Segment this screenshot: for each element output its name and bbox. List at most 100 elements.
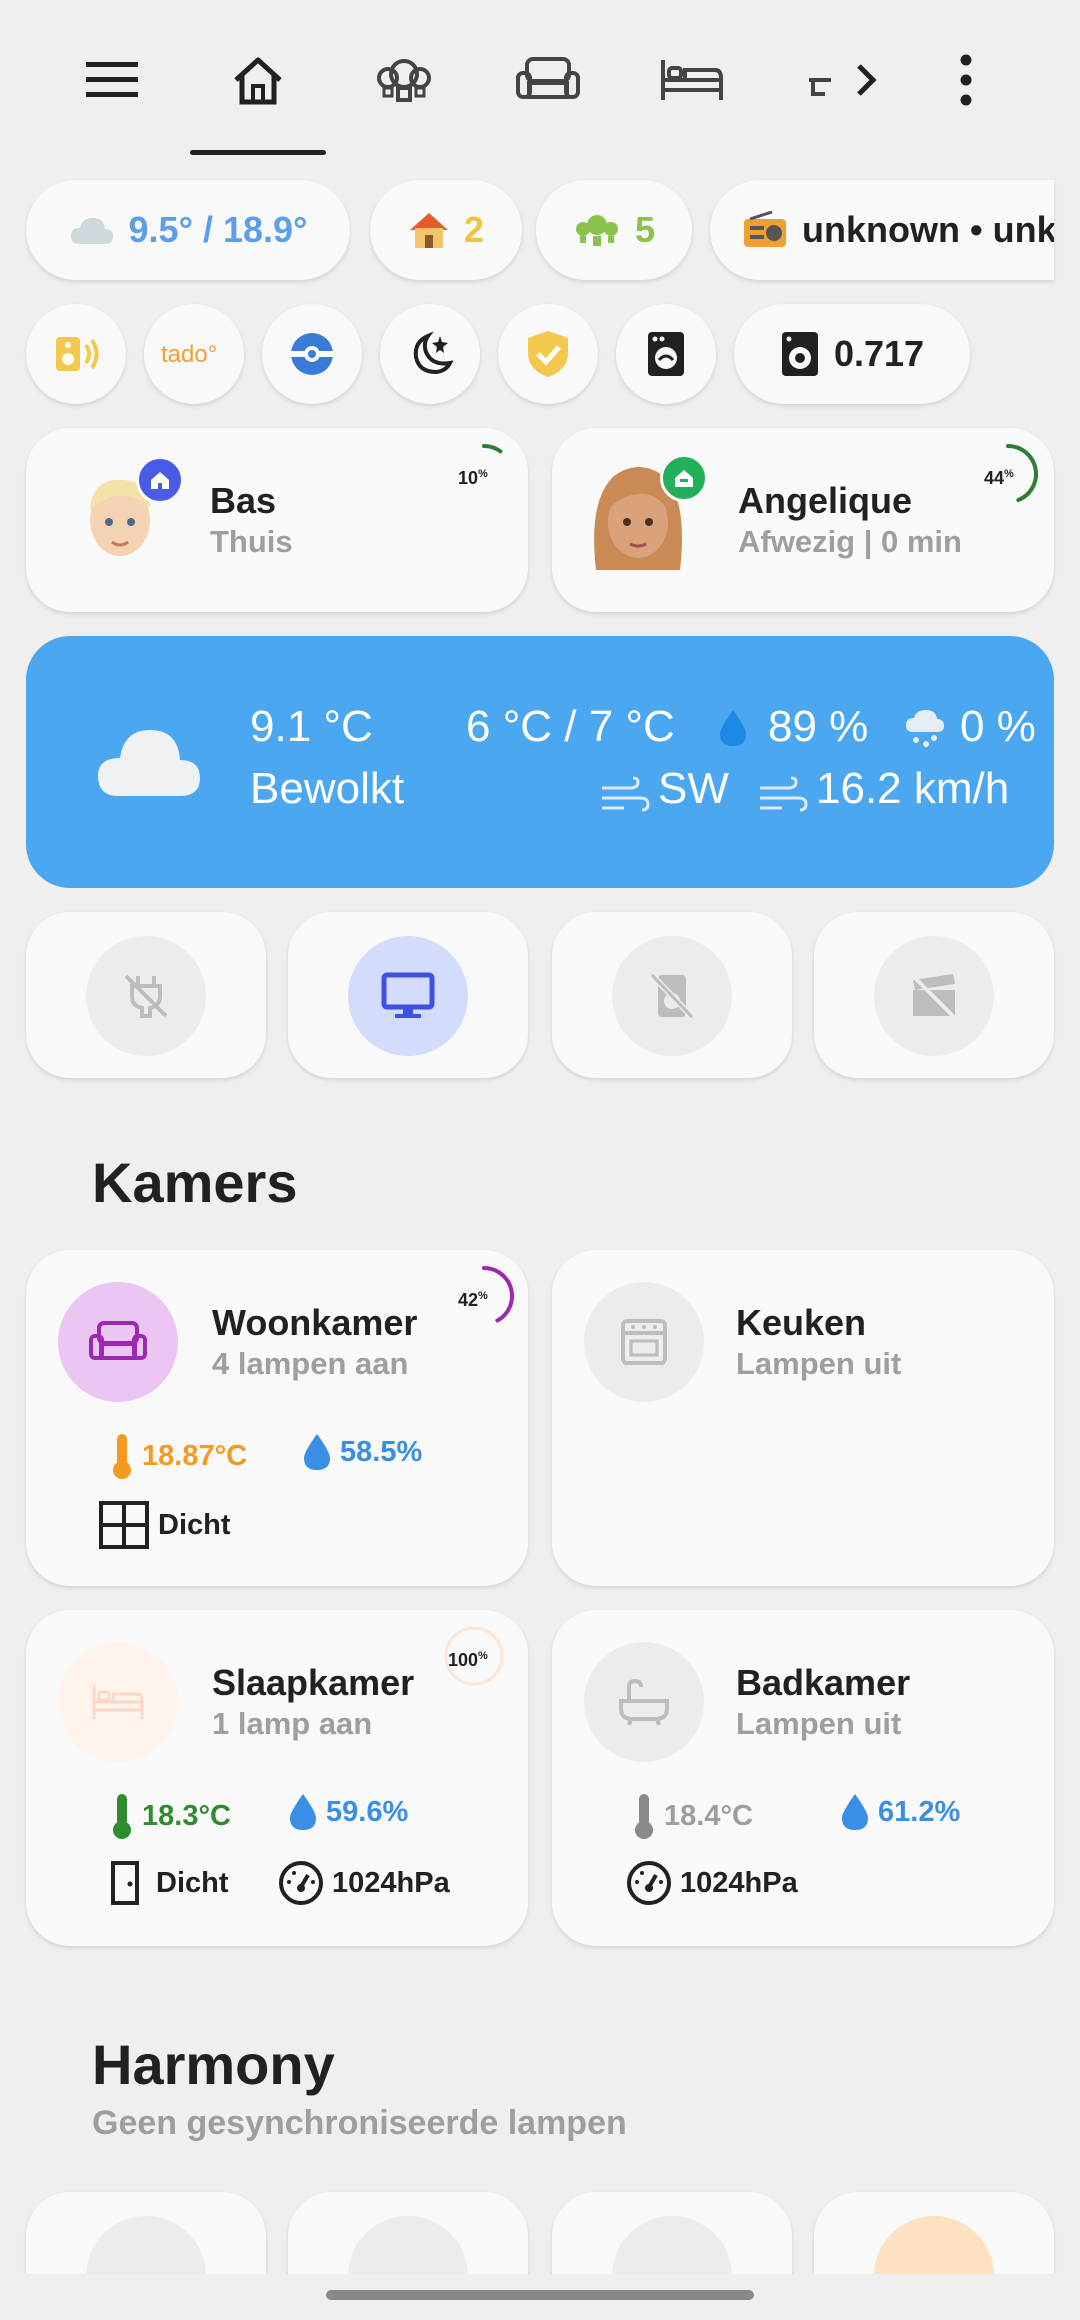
weather-temperature: 9.1 °C xyxy=(250,702,373,751)
room-status: 4 lampen aan xyxy=(212,1346,409,1381)
thermometer-icon xyxy=(632,1792,656,1840)
pressure: 1024hPa xyxy=(278,1860,450,1906)
lights-count: 5 xyxy=(634,209,656,250)
wind-direction: SW xyxy=(658,764,729,813)
thermometer-icon xyxy=(110,1432,134,1480)
room-card-slaapkamer[interactable]: Slaapkamer 1 lamp aan 100% 18.3°C 59.6% … xyxy=(26,1610,528,1946)
water-drop-icon xyxy=(288,1792,318,1832)
room-name: Badkamer xyxy=(736,1662,911,1703)
light-percentage: 42% xyxy=(458,1290,488,1310)
room-card-keuken[interactable]: Keuken Lampen uit xyxy=(552,1250,1054,1586)
battery-percentage: 44% xyxy=(984,468,1014,488)
stove-icon xyxy=(584,1282,704,1402)
pokeball-icon xyxy=(291,333,333,375)
rain-cloud-icon xyxy=(904,708,946,755)
monitor-icon xyxy=(381,972,435,1018)
speaker-icon xyxy=(56,337,99,371)
humidity-drop-icon xyxy=(718,708,748,753)
room-humidity: 58.5% xyxy=(302,1432,422,1472)
power-plug-off-icon xyxy=(124,974,168,1018)
window-closed-icon xyxy=(98,1500,150,1550)
battery-percentage: 10% xyxy=(458,468,488,488)
house-icon xyxy=(408,210,450,250)
dryer-icon xyxy=(780,330,820,378)
pressure: 1024hPa xyxy=(626,1860,798,1906)
person-card-bas[interactable]: Bas Thuis 10% xyxy=(26,428,528,612)
top-navigation xyxy=(0,0,1080,160)
room-temperature: 18.4°C xyxy=(632,1792,753,1840)
room-status: Lampen uit xyxy=(736,1346,902,1381)
home-icon[interactable] xyxy=(218,40,298,120)
water-drop-icon xyxy=(302,1432,332,1472)
radio-chip-text: unknown • unk xyxy=(802,209,1054,250)
svg-text:tado°: tado° xyxy=(161,341,217,368)
radio-chip[interactable]: unknown • unk xyxy=(710,180,1054,280)
bed-icon[interactable] xyxy=(652,40,732,120)
shield-check-icon xyxy=(528,331,568,377)
light-percentage: 100% xyxy=(448,1650,488,1670)
room-card-badkamer[interactable]: Badkamer Lampen uit 18.4°C 61.2% 1024hPa xyxy=(552,1610,1054,1946)
dashboard-page: 9.5° / 18.9° 2 5 unknown • unk tado° 0.7… xyxy=(0,0,1080,2320)
lights-chip[interactable]: 5 xyxy=(536,180,692,280)
away-badge-icon xyxy=(660,454,708,502)
room-card-woonkamer[interactable]: Woonkamer 4 lampen aan 42% 18.87°C 58.5%… xyxy=(26,1250,528,1586)
active-tab-indicator xyxy=(190,150,326,155)
gesture-handle[interactable] xyxy=(326,2290,754,2300)
cloudy-icon xyxy=(96,726,202,803)
moon-star-icon xyxy=(413,331,454,375)
gauge-icon xyxy=(626,1860,672,1906)
weather-condition: Bewolkt xyxy=(250,764,405,813)
sofa-icon[interactable] xyxy=(508,40,588,120)
room-temperature: 18.3°C xyxy=(110,1792,231,1840)
security-chip[interactable] xyxy=(498,304,598,404)
energy-value: 0.717 xyxy=(833,333,925,374)
wind-icon xyxy=(758,776,808,821)
room-humidity: 59.6% xyxy=(288,1792,408,1832)
partial-icon[interactable] xyxy=(800,40,840,120)
power-off-tile[interactable] xyxy=(26,912,266,1078)
room-temperature: 18.87°C xyxy=(110,1432,247,1480)
washing-machine-chip[interactable] xyxy=(616,304,716,404)
room-name: Keuken xyxy=(736,1302,867,1343)
menu-icon[interactable] xyxy=(72,40,152,120)
weather-min-max: 6 °C / 7 °C xyxy=(466,702,675,751)
washing-machine-icon xyxy=(648,332,684,376)
speaker-chip[interactable] xyxy=(26,304,126,404)
section-title-kamers: Kamers xyxy=(92,1151,298,1214)
chevron-right-icon[interactable] xyxy=(846,40,886,120)
room-name: Woonkamer xyxy=(212,1302,418,1343)
speaker-off-tile[interactable] xyxy=(552,912,792,1078)
lightbulb-group-icon[interactable] xyxy=(364,40,444,120)
home-count: 2 xyxy=(463,209,485,250)
night-mode-chip[interactable] xyxy=(380,304,480,404)
person-card-angelique[interactable]: Angelique Afwezig | 0 min 44% xyxy=(552,428,1054,612)
energy-chip[interactable]: 0.717 xyxy=(734,304,970,404)
home-chip[interactable]: 2 xyxy=(370,180,522,280)
weather-chip[interactable]: 9.5° / 18.9° xyxy=(26,180,350,280)
movie-tile[interactable] xyxy=(814,912,1054,1078)
wind-icon xyxy=(600,776,650,821)
thermometer-icon xyxy=(110,1792,134,1840)
weather-humidity: 89 % xyxy=(768,702,869,751)
room-name: Slaapkamer xyxy=(212,1662,415,1703)
weather-chip-text: 9.5° / 18.9° xyxy=(128,209,308,250)
more-vertical-icon[interactable] xyxy=(926,40,1006,120)
section-subtitle-harmony: Geen gesynchroniseerde lampen xyxy=(92,2104,627,2142)
tv-tile[interactable] xyxy=(288,912,528,1078)
room-status: Lampen uit xyxy=(736,1706,902,1741)
person-status: Afwezig | 0 min xyxy=(738,524,962,559)
person-name: Bas xyxy=(210,480,277,521)
water-drop-icon xyxy=(840,1792,870,1832)
lightbulb-group-icon xyxy=(573,210,621,250)
weather-card[interactable]: 9.1 °C Bewolkt 6 °C / 7 °C 89 % 0 % SW 1… xyxy=(26,636,1054,888)
wind-speed: 16.2 km/h xyxy=(816,764,1010,813)
room-humidity: 61.2% xyxy=(840,1792,960,1832)
door-state: Dicht xyxy=(110,1860,229,1906)
window-state: Dicht xyxy=(98,1500,231,1550)
tado-logo-icon: tado° xyxy=(161,341,217,368)
person-name: Angelique xyxy=(738,480,913,521)
home-badge-icon xyxy=(136,456,184,504)
bathtub-icon xyxy=(584,1642,704,1762)
pokeball-chip[interactable] xyxy=(262,304,362,404)
tado-chip[interactable]: tado° xyxy=(144,304,244,404)
